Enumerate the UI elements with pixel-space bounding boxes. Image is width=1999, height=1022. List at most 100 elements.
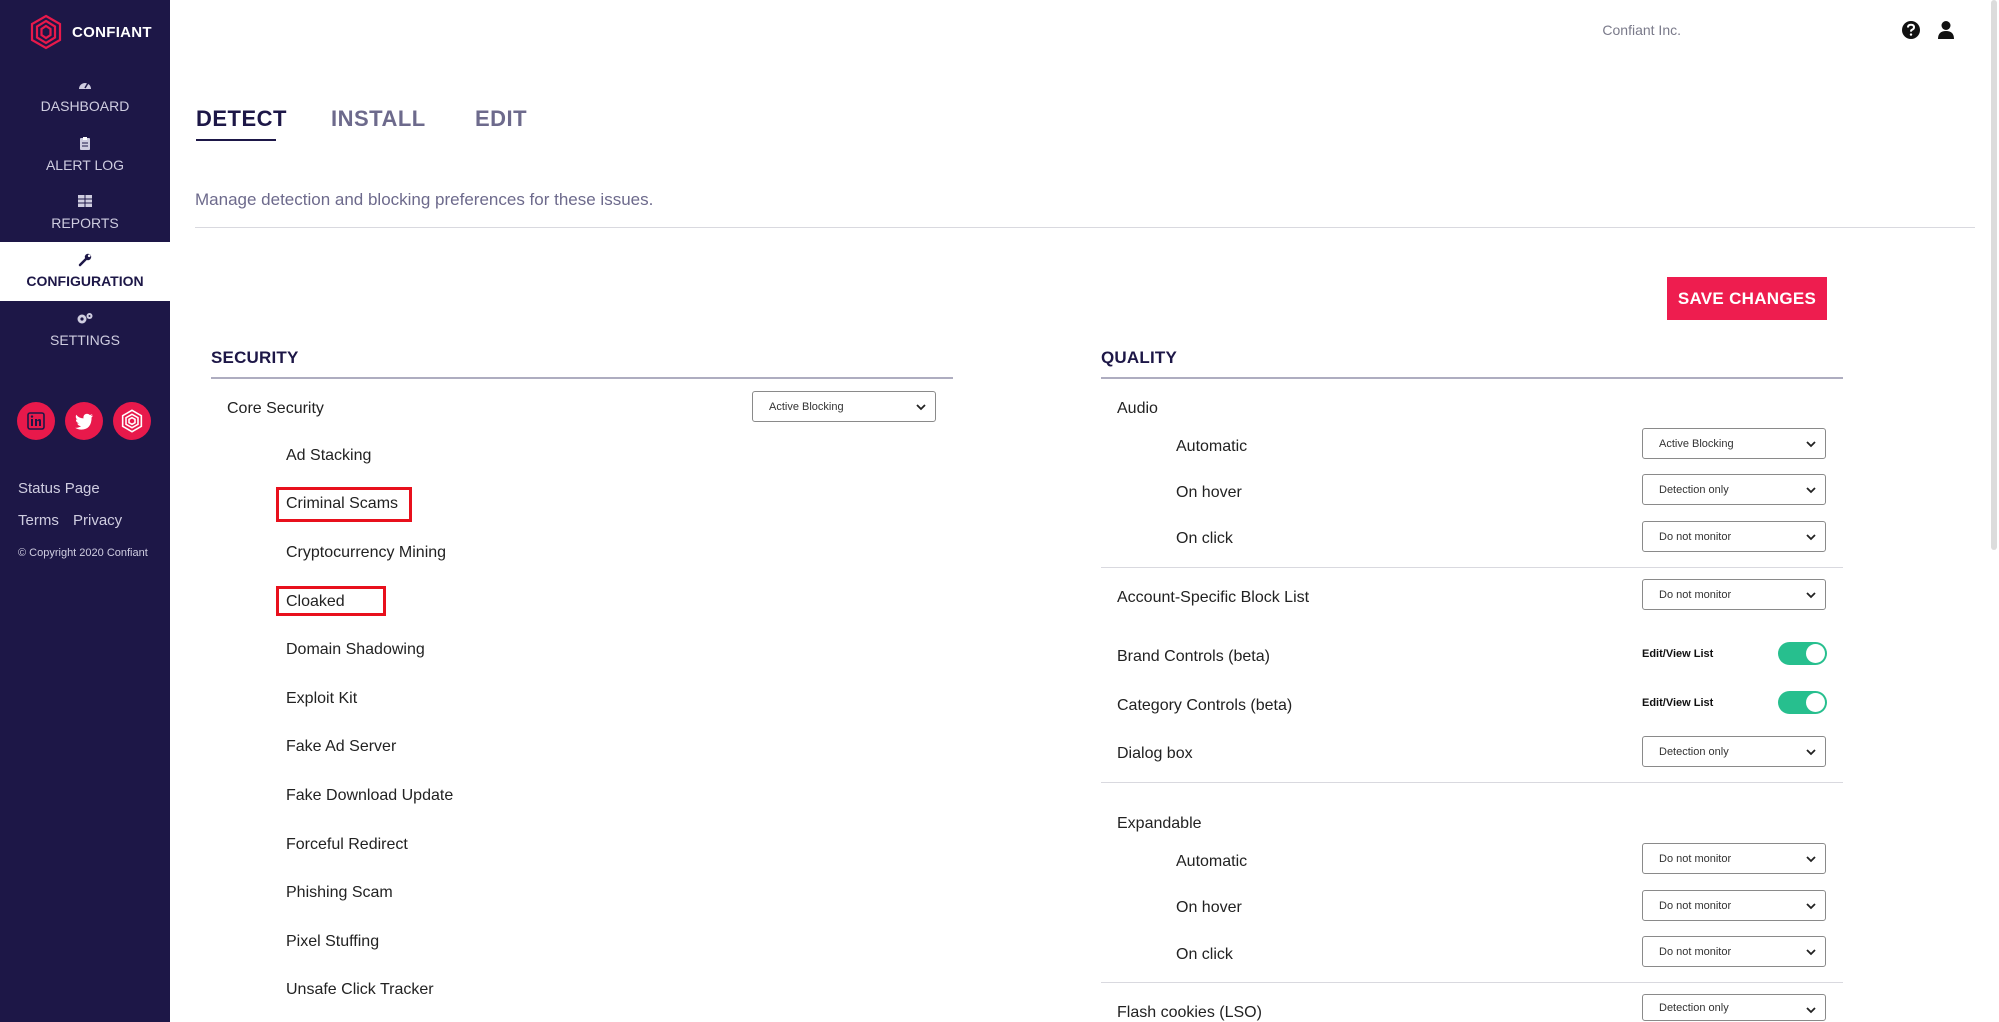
sidebar-item-reports[interactable]: REPORTS	[0, 195, 170, 235]
social-links	[17, 402, 151, 440]
select-value: Active Blocking	[769, 400, 844, 413]
status-page-link[interactable]: Status Page	[18, 480, 100, 497]
wrench-icon	[0, 253, 170, 271]
sidebar-item-label: REPORTS	[51, 215, 119, 231]
chevron-down-icon	[1806, 749, 1816, 756]
divider	[1101, 782, 1843, 783]
chevron-down-icon	[1806, 1007, 1816, 1014]
select-value: Do not monitor	[1659, 899, 1732, 912]
sidebar-item-label: ALERT LOG	[45, 157, 125, 173]
brand-name: CONFIANT	[72, 23, 152, 41]
confiant-icon[interactable]	[113, 402, 151, 440]
select-value: Do not monitor	[1659, 588, 1732, 601]
chevron-down-icon	[1806, 903, 1816, 910]
tab-detect[interactable]: DETECT	[196, 106, 287, 132]
chevron-down-icon	[1806, 949, 1816, 956]
dialog-box-select[interactable]: Detection only	[1642, 736, 1826, 767]
brand-controls-toggle[interactable]	[1778, 642, 1827, 665]
twitter-icon[interactable]	[65, 402, 103, 440]
linkedin-icon[interactable]	[17, 402, 55, 440]
account-block-select[interactable]: Do not monitor	[1642, 579, 1826, 610]
user-icon[interactable]	[1937, 20, 1955, 45]
table-icon	[0, 195, 170, 213]
tab-install[interactable]: INSTALL	[331, 106, 426, 132]
chevron-down-icon	[1806, 856, 1816, 863]
audio-on-click-label: On click	[1176, 530, 1233, 547]
security-item-exploit-kit: Exploit Kit	[286, 690, 358, 707]
security-item-cryptocurrency-mining: Cryptocurrency Mining	[286, 544, 447, 561]
page-scrollbar[interactable]	[1991, 0, 1999, 560]
app-root: CONFIANT DASHBOARD ALERT LOG REPORTS CON…	[0, 0, 1999, 1022]
highlight-box-criminal-scams	[276, 487, 412, 522]
chevron-down-icon	[916, 404, 926, 411]
audio-on-click-select[interactable]: Do not monitor	[1642, 521, 1826, 552]
security-item-forceful-redirect: Forceful Redirect	[286, 836, 408, 853]
account-block-label: Account-Specific Block List	[1117, 589, 1310, 606]
flash-cookies-label: Flash cookies (LSO)	[1117, 1004, 1262, 1021]
security-item-unsafe-click-tracker: Unsafe Click Tracker	[286, 981, 434, 998]
select-value: Active Blocking	[1659, 437, 1734, 450]
audio-automatic-label: Automatic	[1176, 438, 1248, 455]
toggle-knob	[1806, 644, 1825, 663]
security-item-pixel-stuffing: Pixel Stuffing	[286, 933, 380, 950]
chevron-down-icon	[1806, 441, 1816, 448]
sidebar-item-alert-log[interactable]: ALERT LOG	[0, 137, 170, 177]
sidebar-item-label: SETTINGS	[49, 332, 120, 348]
category-controls-edit-link[interactable]: Edit/View List	[1642, 697, 1713, 709]
divider	[1101, 567, 1843, 568]
gears-icon	[0, 312, 170, 330]
security-item-fake-download-update: Fake Download Update	[286, 787, 454, 804]
tab-edit[interactable]: EDIT	[475, 106, 527, 132]
quality-rule	[1101, 377, 1843, 379]
terms-link[interactable]: Terms	[18, 512, 59, 529]
tab-active-indicator	[196, 139, 276, 141]
privacy-link[interactable]: Privacy	[73, 512, 122, 529]
audio-on-hover-select[interactable]: Detection only	[1642, 474, 1826, 505]
highlight-box-cloaked	[276, 586, 386, 616]
expandable-label: Expandable	[1117, 815, 1202, 832]
security-item-fake-ad-server: Fake Ad Server	[286, 738, 397, 755]
brand-controls-edit-link[interactable]: Edit/View List	[1642, 648, 1713, 660]
company-name: Confiant Inc.	[1602, 22, 1681, 38]
select-value: Detection only	[1659, 483, 1729, 496]
sidebar-item-configuration[interactable]: CONFIGURATION	[0, 242, 170, 301]
scroll-thumb[interactable]	[1991, 0, 1997, 550]
page-description: Manage detection and blocking preference…	[195, 190, 654, 209]
security-title: SECURITY	[211, 348, 299, 367]
divider	[1101, 982, 1843, 983]
category-controls-label: Category Controls (beta)	[1117, 697, 1293, 714]
expandable-on-click-select[interactable]: Do not monitor	[1642, 936, 1826, 967]
chevron-down-icon	[1806, 487, 1816, 494]
select-value: Do not monitor	[1659, 530, 1732, 543]
expandable-automatic-select[interactable]: Do not monitor	[1642, 843, 1826, 874]
dialog-box-label: Dialog box	[1117, 745, 1193, 762]
select-value: Detection only	[1659, 1001, 1729, 1014]
sidebar-item-dashboard[interactable]: DASHBOARD	[0, 78, 170, 118]
category-controls-toggle[interactable]	[1778, 691, 1827, 714]
expandable-on-click-label: On click	[1176, 946, 1233, 963]
sidebar-item-label: CONFIGURATION	[26, 273, 144, 289]
flash-cookies-select[interactable]: Detection only	[1642, 994, 1826, 1021]
chevron-down-icon	[1806, 592, 1816, 599]
sidebar-item-settings[interactable]: SETTINGS	[0, 312, 170, 352]
gauge-icon	[0, 78, 170, 96]
help-icon[interactable]	[1901, 20, 1921, 45]
expandable-on-hover-label: On hover	[1176, 899, 1242, 916]
security-item-domain-shadowing: Domain Shadowing	[286, 641, 425, 658]
expandable-on-hover-select[interactable]: Do not monitor	[1642, 890, 1826, 921]
chevron-down-icon	[1806, 534, 1816, 541]
select-value: Detection only	[1659, 745, 1729, 758]
expandable-automatic-label: Automatic	[1176, 853, 1248, 870]
core-security-select[interactable]: Active Blocking	[752, 391, 936, 422]
audio-label: Audio	[1117, 400, 1158, 417]
core-security-label: Core Security	[227, 400, 324, 417]
brand[interactable]: CONFIANT	[28, 14, 152, 50]
select-value: Do not monitor	[1659, 945, 1732, 958]
sidebar-item-label: DASHBOARD	[40, 98, 130, 114]
toggle-knob	[1806, 693, 1825, 712]
audio-automatic-select[interactable]: Active Blocking	[1642, 428, 1826, 459]
save-changes-button[interactable]: SAVE CHANGES	[1667, 277, 1827, 320]
quality-title: QUALITY	[1101, 348, 1178, 367]
clipboard-icon	[0, 137, 170, 155]
security-rule	[211, 377, 953, 379]
